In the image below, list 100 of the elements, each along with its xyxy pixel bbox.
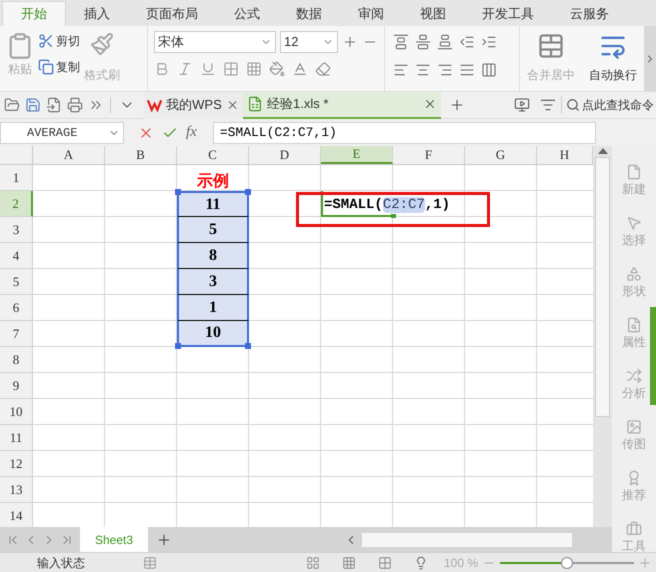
distribute-icon[interactable]	[481, 62, 497, 78]
scroll-up-icon[interactable]	[598, 148, 608, 154]
cell-text: 示例	[197, 174, 229, 190]
table-cell: 8	[177, 243, 249, 269]
scroll-thumb[interactable]	[595, 157, 610, 417]
sheet-tab[interactable]: Sheet3	[80, 527, 148, 552]
open-folder-icon[interactable]	[4, 97, 20, 113]
row-header[interactable]: 11	[0, 425, 33, 451]
row-header[interactable]: 7	[0, 321, 33, 347]
justify-icon[interactable]	[459, 62, 475, 78]
align-bottom-icon[interactable]	[437, 34, 453, 50]
table-cell: 3	[177, 269, 249, 295]
menu-tab[interactable]: 视图	[402, 1, 464, 26]
align-right-icon[interactable]	[437, 62, 453, 78]
selection-handle[interactable]	[175, 189, 181, 195]
list-icon[interactable]	[540, 97, 556, 113]
export-icon[interactable]	[46, 97, 62, 113]
italic-icon[interactable]	[177, 61, 193, 77]
align-top-icon[interactable]	[393, 34, 409, 50]
indent-decrease-icon[interactable]	[459, 34, 475, 50]
menu-tab[interactable]: 插入	[66, 1, 128, 26]
shuffle-icon	[626, 368, 642, 384]
column-header[interactable]: C	[177, 146, 249, 164]
tab-title: 我的WPS	[166, 96, 222, 114]
printer-icon[interactable]	[67, 97, 83, 113]
paintbrush-icon	[90, 32, 114, 56]
menu-tab[interactable]: 审阅	[340, 1, 402, 26]
indent-increase-icon[interactable]	[481, 34, 497, 50]
document-tab[interactable]: 经验1.xls *	[243, 92, 441, 118]
search-icon	[566, 98, 580, 112]
selection-handle[interactable]	[175, 343, 181, 349]
row-header[interactable]: 12	[0, 451, 33, 477]
underline-icon[interactable]	[200, 61, 216, 77]
function-button[interactable]: fx	[186, 121, 197, 144]
fill-handle[interactable]	[391, 214, 396, 218]
row-header[interactable]: 8	[0, 347, 33, 373]
formula-input[interactable]: =SMALL(C2:C7,1)	[212, 122, 596, 144]
save-icon[interactable]	[25, 97, 41, 113]
zoom-slider[interactable]	[500, 556, 634, 568]
document-tab[interactable]: 我的WPS	[143, 92, 243, 118]
column-header[interactable]: B	[105, 146, 177, 164]
column-header[interactable]: F	[393, 146, 465, 164]
font-name-dropdown[interactable]: 宋体	[154, 31, 276, 53]
page-break-icon[interactable]	[342, 556, 356, 570]
eraser-icon[interactable]	[315, 61, 331, 77]
row-header[interactable]: 10	[0, 399, 33, 425]
row-header[interactable]: 14	[0, 503, 33, 527]
align-middle-icon[interactable]	[415, 34, 431, 50]
font-color-icon[interactable]	[292, 61, 308, 77]
status-text: 输入状态	[37, 554, 85, 572]
command-search[interactable]: 点此查找命令	[561, 96, 656, 114]
fill-color-icon[interactable]	[269, 61, 285, 77]
toolbox-icon	[626, 521, 642, 537]
column-header[interactable]: A	[33, 146, 105, 164]
sidebar-handle[interactable]	[650, 307, 656, 405]
vertical-scrollbar[interactable]	[593, 146, 612, 527]
zoom-level: 100 %	[444, 554, 478, 572]
table-icon[interactable]	[143, 556, 157, 570]
menu-tab[interactable]: 页面布局	[128, 1, 216, 26]
row-header[interactable]: 4	[0, 243, 33, 269]
tab-title: 经验1.xls *	[267, 95, 330, 114]
zoom-thumb[interactable]	[561, 556, 573, 568]
row-header[interactable]: 13	[0, 477, 33, 503]
font-size-dropdown[interactable]: 12	[280, 31, 338, 53]
monitor-icon[interactable]	[514, 97, 530, 113]
increase-font-icon[interactable]	[342, 34, 358, 50]
column-header[interactable]: G	[465, 146, 537, 164]
align-left-icon[interactable]	[393, 62, 409, 78]
menu-tab[interactable]: 开始	[2, 1, 66, 26]
normal-view-icon[interactable]	[306, 556, 320, 570]
cell-editor-text: =SMALL(C2:C7,1)	[324, 196, 450, 215]
column-header[interactable]: E	[321, 146, 393, 164]
row-header[interactable]: 9	[0, 373, 33, 399]
menu-tab[interactable]: 数据	[278, 1, 340, 26]
shapes-icon	[626, 266, 642, 282]
copy-button[interactable]: 复制	[38, 58, 80, 76]
layout-icon[interactable]	[378, 556, 392, 570]
close-icon[interactable]	[423, 97, 437, 111]
wrap-text-button[interactable]: 自动换行	[582, 26, 644, 91]
row-header[interactable]: 6	[0, 295, 33, 321]
row-header[interactable]: 3	[0, 217, 33, 243]
row-header[interactable]: 2	[0, 191, 33, 217]
cell-style-icon[interactable]	[246, 61, 262, 77]
merge-cells-icon	[537, 32, 565, 60]
align-center-icon[interactable]	[415, 62, 431, 78]
menu-tab[interactable]: 公式	[216, 1, 278, 26]
menu-tab[interactable]: 开发工具	[464, 1, 552, 26]
name-box[interactable]: AVERAGE	[0, 122, 124, 144]
zoom-in-icon[interactable]	[638, 556, 652, 570]
new-tab-icon[interactable]	[449, 97, 465, 113]
document-search-icon	[626, 317, 642, 333]
cut-button[interactable]: 剪切	[38, 32, 80, 50]
selection-handle[interactable]	[245, 343, 251, 349]
horizontal-scrollbar[interactable]	[362, 532, 572, 546]
menu-tab[interactable]: 云服务	[552, 1, 627, 26]
copy-icon	[38, 59, 54, 75]
row-header[interactable]: 5	[0, 269, 33, 295]
selection-handle[interactable]	[245, 189, 251, 195]
borders-icon[interactable]	[223, 61, 239, 77]
row-header[interactable]: 1	[0, 165, 33, 191]
